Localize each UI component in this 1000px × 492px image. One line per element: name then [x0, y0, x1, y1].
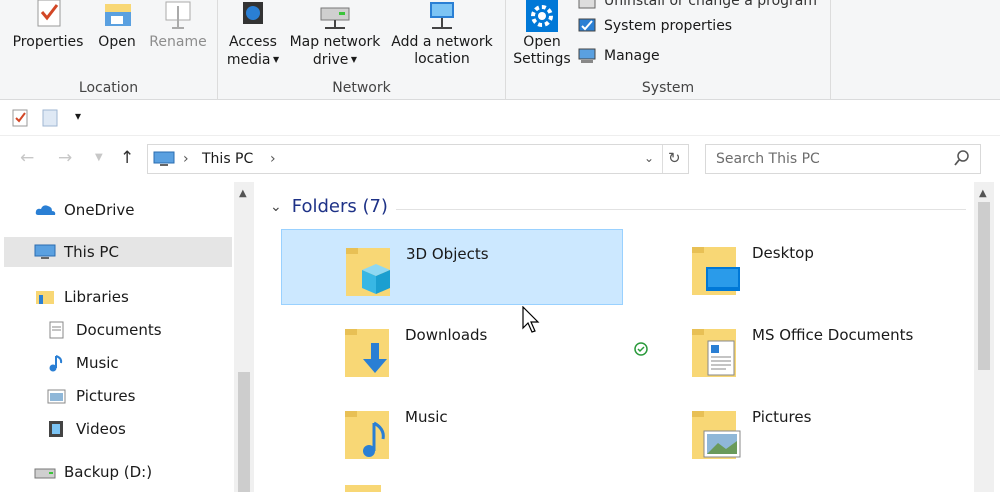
ribbon-group-location: Properties Open Rename Location	[0, 0, 218, 100]
content-scrollbar[interactable]: ▲	[974, 182, 994, 492]
breadcrumb-chevron-icon[interactable]: ›	[270, 151, 276, 167]
onedrive-cloud-icon	[34, 201, 56, 219]
scroll-up-arrow-icon[interactable]: ▲	[239, 188, 247, 199]
nav-item-onedrive[interactable]: OneDrive	[34, 195, 135, 225]
open-settings-button[interactable]: Open Settings	[512, 0, 572, 68]
computer-management-icon	[578, 48, 596, 64]
ribbon-group-label-location: Location	[78, 80, 139, 96]
dropdown-caret-icon: ▼	[348, 55, 358, 64]
group-title: Folders (7)	[291, 196, 388, 217]
navigation-pane: OneDrive This PC Libraries Documents Mus…	[0, 182, 255, 492]
manage-button[interactable]: Manage	[578, 45, 660, 67]
music-folder-icon	[339, 403, 395, 463]
settings-gear-icon	[524, 0, 560, 32]
system-properties-button[interactable]: System properties	[578, 15, 732, 37]
documents-icon	[46, 321, 68, 339]
ribbon: Properties Open Rename Location Access m…	[0, 0, 1000, 100]
ribbon-group-label-network: Network	[332, 80, 391, 96]
folder-desktop[interactable]: Desktop	[628, 229, 970, 305]
nav-item-music[interactable]: Music	[46, 348, 119, 378]
this-pc-monitor-icon	[153, 151, 175, 171]
rename-button[interactable]: Rename	[146, 0, 210, 51]
content-pane: ⌄ Folders (7) 3D Objects Desktop Downloa…	[258, 182, 974, 492]
music-note-icon	[46, 354, 68, 372]
nav-item-backup-drive[interactable]: Backup (D:)	[34, 457, 152, 487]
group-divider	[396, 209, 966, 210]
add-network-location-button[interactable]: Add a network location	[386, 0, 498, 68]
nav-item-videos[interactable]: Videos	[46, 414, 126, 444]
refresh-icon[interactable]: ↻	[668, 149, 681, 167]
search-box[interactable]	[705, 144, 981, 174]
video-film-icon	[46, 420, 68, 438]
nav-item-pictures[interactable]: Pictures	[46, 381, 135, 411]
network-location-icon	[424, 0, 460, 32]
access-media-icon	[235, 0, 271, 32]
desktop-folder-icon	[686, 239, 742, 299]
folder-pictures[interactable]: Pictures	[628, 393, 970, 469]
nav-item-libraries[interactable]: Libraries	[34, 282, 129, 312]
breadcrumb-this-pc[interactable]: This PC	[202, 151, 253, 167]
libraries-icon	[34, 288, 56, 306]
pictures-icon	[46, 387, 68, 405]
search-icon[interactable]	[954, 150, 970, 170]
folder-partial-icon[interactable]	[345, 485, 381, 492]
content-scroll-thumb[interactable]	[978, 202, 990, 370]
downloads-folder-icon	[339, 321, 395, 381]
ribbon-group-label-system: System	[641, 80, 695, 96]
access-media-button[interactable]: Access media ▼	[224, 0, 282, 69]
navigation-pane-scroll-thumb[interactable]	[238, 372, 250, 492]
dropdown-caret-icon: ▼	[270, 55, 280, 64]
address-bar[interactable]: › This PC › ⌄ ↻	[147, 144, 689, 174]
properties-button[interactable]: Properties	[10, 0, 86, 51]
open-button[interactable]: Open	[92, 0, 142, 51]
quick-access-toolbar: ▾	[0, 100, 1000, 136]
ribbon-group-network: Access media ▼ Map network drive ▼ Add a…	[218, 0, 506, 100]
mouse-cursor-icon	[522, 305, 540, 338]
network-drive-icon	[317, 0, 353, 32]
address-row: ← → ▼ ↑ › This PC › ⌄ ↻	[0, 138, 1000, 178]
address-divider	[662, 145, 663, 173]
this-pc-icon	[34, 243, 56, 261]
folder-ms-office-documents[interactable]: MS Office Documents	[628, 311, 970, 387]
pictures-folder-icon	[686, 403, 742, 463]
forward-arrow-icon[interactable]: →	[58, 148, 72, 168]
recent-locations-chevron-icon[interactable]: ▼	[95, 152, 103, 163]
folder-music[interactable]: Music	[281, 393, 623, 469]
back-arrow-icon[interactable]: ←	[20, 148, 34, 168]
uninstall-program-icon	[578, 0, 596, 9]
navigation-pane-scrollbar[interactable]: ▲	[234, 182, 254, 492]
breadcrumb-separator-icon: ›	[183, 151, 189, 167]
3d-objects-folder-icon	[340, 240, 396, 300]
rename-icon	[160, 0, 196, 32]
map-network-drive-button[interactable]: Map network drive ▼	[286, 0, 384, 69]
search-input[interactable]	[716, 145, 946, 173]
address-history-dropdown-icon[interactable]: ⌄	[644, 151, 654, 165]
ms-office-documents-folder-icon	[686, 321, 742, 381]
open-folder-icon	[99, 0, 135, 32]
group-header-folders[interactable]: ⌄ Folders (7)	[270, 196, 388, 217]
system-properties-icon	[578, 18, 596, 34]
qat-new-folder-icon[interactable]	[42, 109, 60, 131]
folder-downloads[interactable]: Downloads	[281, 311, 623, 387]
nav-item-documents[interactable]: Documents	[46, 315, 162, 345]
properties-icon	[30, 0, 66, 32]
qat-customize-dropdown-icon[interactable]: ▾	[75, 109, 81, 123]
folder-3d-objects[interactable]: 3D Objects	[281, 229, 623, 305]
content-scroll-up-arrow-icon[interactable]: ▲	[979, 188, 987, 199]
drive-icon	[34, 463, 56, 481]
qat-properties-icon[interactable]	[12, 109, 30, 131]
up-arrow-icon[interactable]: ↑	[120, 148, 134, 168]
collapse-chevron-icon[interactable]: ⌄	[270, 199, 282, 215]
uninstall-program-button[interactable]: Uninstall or change a program	[578, 0, 817, 12]
nav-item-this-pc[interactable]: This PC	[4, 237, 232, 267]
